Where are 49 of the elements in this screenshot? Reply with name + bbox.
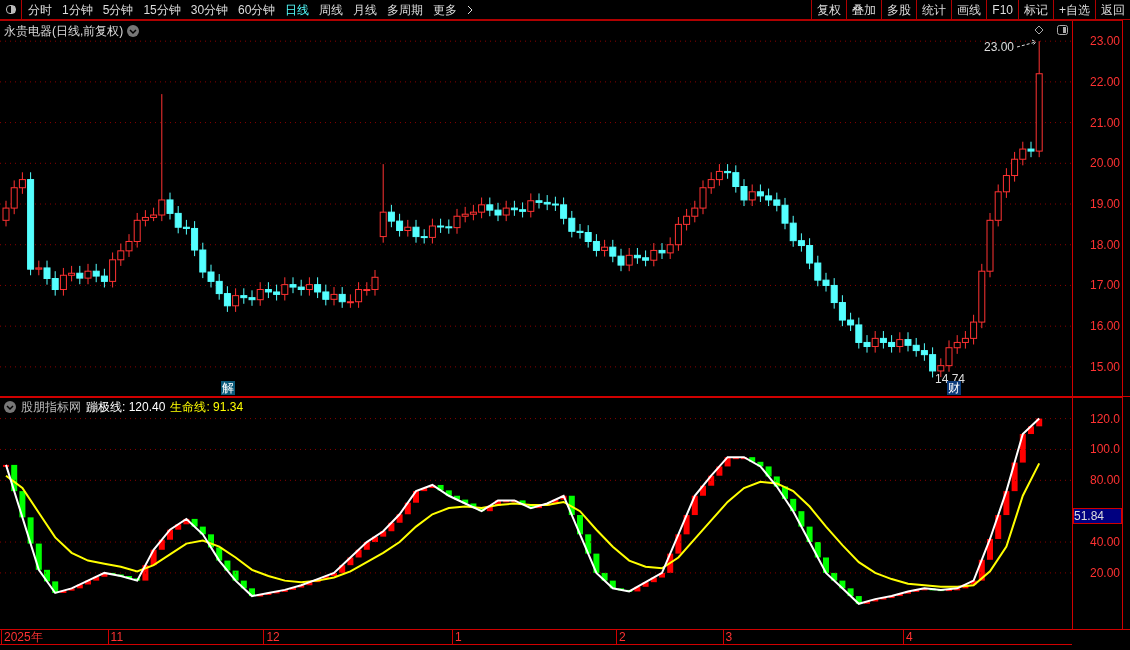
toolbar-button[interactable]: 多股: [881, 0, 917, 19]
toolbar-button[interactable]: 叠加: [846, 0, 882, 19]
toolbar-button[interactable]: 复权: [811, 0, 847, 19]
period-tab[interactable]: 月线: [353, 0, 378, 19]
price-axis-label: 15.00: [1090, 359, 1121, 374]
event-marker[interactable]: 解: [221, 381, 235, 395]
legend-label: 生命线: 91.34: [170, 399, 244, 416]
indicator-axis-label: 100.0: [1090, 442, 1121, 457]
date-axis-label: 2025年: [1, 630, 43, 644]
period-tab[interactable]: 1分钟: [62, 0, 93, 19]
period-tab[interactable]: 分时: [28, 0, 52, 19]
toolbar-button[interactable]: 画线: [951, 0, 987, 19]
price-axis-label: 21.00: [1090, 115, 1121, 130]
date-axis-label: 12: [263, 630, 280, 644]
toolbar-button[interactable]: 统计: [916, 0, 952, 19]
period-tab[interactable]: 更多: [433, 0, 458, 19]
high-price-label: 23.00: [984, 39, 1015, 56]
period-tab[interactable]: 周线: [319, 0, 344, 19]
legend-label: 蹦极线: 120.40: [86, 399, 166, 416]
date-axis-label: 1: [452, 630, 462, 644]
price-axis-label: 20.00: [1090, 156, 1121, 171]
date-axis-label: 11: [107, 630, 124, 644]
price-axis-label: 18.00: [1090, 237, 1121, 252]
cursor-value-tag: 51.84: [1073, 508, 1122, 524]
date-axis-label: 3: [722, 630, 733, 644]
date-axis-label: 4: [903, 630, 913, 644]
indicator-axis-label: 120.0: [1090, 411, 1121, 426]
period-tab[interactable]: 15分钟: [143, 0, 181, 19]
price-axis-label: 22.00: [1090, 74, 1121, 89]
indicator-name: 股朋指标网: [21, 399, 81, 416]
price-axis-label: 19.00: [1090, 197, 1121, 211]
toolbar-button[interactable]: 标记: [1018, 0, 1053, 19]
toolbar-button[interactable]: 返回: [1095, 0, 1130, 19]
price-axis-label: 17.00: [1090, 278, 1121, 293]
indicator-axis-label: 40.00: [1090, 535, 1121, 550]
indicator-axis-label: 20.00: [1090, 565, 1121, 580]
indicator-axis-label: 80.00: [1090, 473, 1121, 488]
toolbar-button[interactable]: F10: [986, 0, 1018, 19]
period-tab[interactable]: 日线: [285, 0, 310, 19]
chart-title: 永贵电器(日线,前复权): [4, 23, 124, 40]
price-axis-label: 16.00: [1090, 319, 1121, 334]
price-axis-label: 23.00: [1090, 34, 1121, 49]
period-tab[interactable]: 30分钟: [190, 0, 229, 19]
toolbar-button[interactable]: +自选: [1053, 0, 1095, 19]
period-tab[interactable]: 60分钟: [238, 0, 276, 19]
event-marker[interactable]: 财: [947, 381, 961, 395]
period-tab[interactable]: 5分钟: [102, 0, 134, 19]
period-tab[interactable]: 多周期: [387, 0, 424, 19]
date-axis-label: 2: [616, 630, 626, 644]
